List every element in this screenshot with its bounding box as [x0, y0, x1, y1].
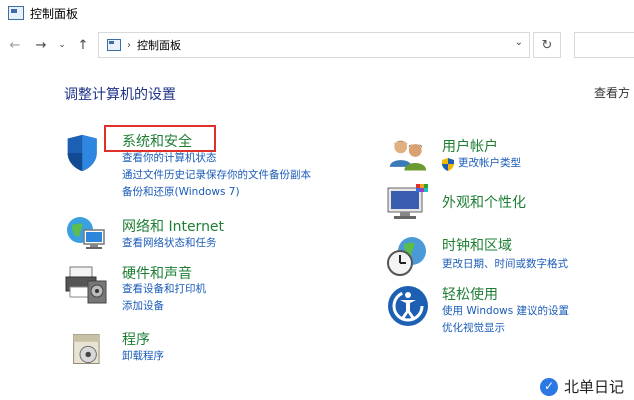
link-file-history-backup[interactable]: 通过文件历史记录保存你的文件备份副本	[122, 169, 311, 182]
category-heading[interactable]: 轻松使用	[442, 284, 498, 304]
category-heading[interactable]: 硬件和声音	[122, 263, 192, 283]
link-optimize-visual-display[interactable]: 优化视觉显示	[442, 322, 505, 335]
back-arrow-icon[interactable]: ←	[6, 34, 24, 56]
window-title: 控制面板	[30, 6, 79, 21]
refresh-icon: ↻	[541, 37, 553, 53]
breadcrumb-control-panel[interactable]: 控制面板	[137, 37, 181, 53]
clock-globe-icon	[387, 237, 426, 276]
monitor-personalization-icon	[387, 184, 428, 219]
category-ease-of-access: 轻松使用 使用 Windows 建议的设置 优化视觉显示	[386, 282, 634, 337]
network-globe-icon	[67, 217, 105, 249]
link-add-device[interactable]: 添加设备	[122, 300, 164, 313]
category-heading[interactable]: 网络和 Internet	[122, 216, 224, 236]
ease-of-access-icon	[388, 286, 428, 326]
page-title: 调整计算机的设置	[64, 87, 176, 103]
watermark: 北单日记	[540, 376, 624, 397]
category-heading[interactable]: 时钟和区域	[442, 235, 512, 255]
category-heading[interactable]: 用户帐户	[442, 136, 498, 156]
programs-disc-icon	[73, 334, 100, 364]
uac-shield-icon	[442, 156, 454, 171]
breadcrumb-separator-icon[interactable]: ›	[127, 40, 131, 51]
link-network-status[interactable]: 查看网络状态和任务	[122, 237, 217, 250]
category-hardware-sound: 硬件和声音 查看设备和打印机 添加设备	[64, 261, 364, 316]
title-bar: 控制面板	[0, 0, 634, 26]
link-uninstall-program[interactable]: 卸载程序	[122, 350, 164, 363]
search-input[interactable]	[574, 32, 634, 58]
category-user-accounts: 用户帐户 更改帐户类型	[386, 134, 634, 179]
link-change-date-time-format[interactable]: 更改日期、时间或数字格式	[442, 258, 568, 271]
category-network-internet: 网络和 Internet 查看网络状态和任务	[64, 212, 364, 257]
printer-icon	[65, 266, 107, 304]
up-arrow-icon[interactable]: ↑	[74, 34, 92, 56]
forward-arrow-icon[interactable]: →	[32, 34, 50, 56]
watermark-text: 北单日记	[564, 378, 625, 396]
category-heading[interactable]: 程序	[122, 329, 150, 349]
navigation-bar: ← → ⌄ ↑ › 控制面板 ⌄ ↻	[0, 30, 634, 60]
users-icon	[389, 140, 427, 171]
view-by-label[interactable]: 查看方	[594, 84, 630, 101]
address-bar[interactable]: › 控制面板 ⌄	[98, 32, 530, 58]
refresh-button[interactable]: ↻	[533, 32, 561, 58]
link-windows-recommended-settings[interactable]: 使用 Windows 建议的设置	[442, 305, 569, 318]
control-panel-icon	[8, 6, 24, 20]
recent-locations-chevron-icon[interactable]: ⌄	[56, 34, 68, 56]
link-view-computer-status[interactable]: 查看你的计算机状态	[122, 152, 217, 165]
highlight-box	[104, 125, 216, 152]
category-programs: 程序 卸载程序	[64, 327, 364, 372]
link-change-account-type[interactable]: 更改帐户类型	[458, 157, 521, 170]
address-dropdown-chevron-icon[interactable]: ⌄	[515, 37, 523, 48]
checkmark-logo-icon	[540, 377, 558, 396]
category-appearance: 外观和个性化	[386, 182, 634, 227]
category-clock-region: 时钟和区域 更改日期、时间或数字格式	[386, 233, 634, 278]
link-devices-printers[interactable]: 查看设备和打印机	[122, 283, 206, 296]
shield-icon	[67, 134, 97, 172]
category-heading[interactable]: 外观和个性化	[442, 192, 526, 212]
control-panel-icon	[107, 39, 121, 51]
link-backup-restore[interactable]: 备份和还原(Windows 7)	[122, 186, 240, 199]
